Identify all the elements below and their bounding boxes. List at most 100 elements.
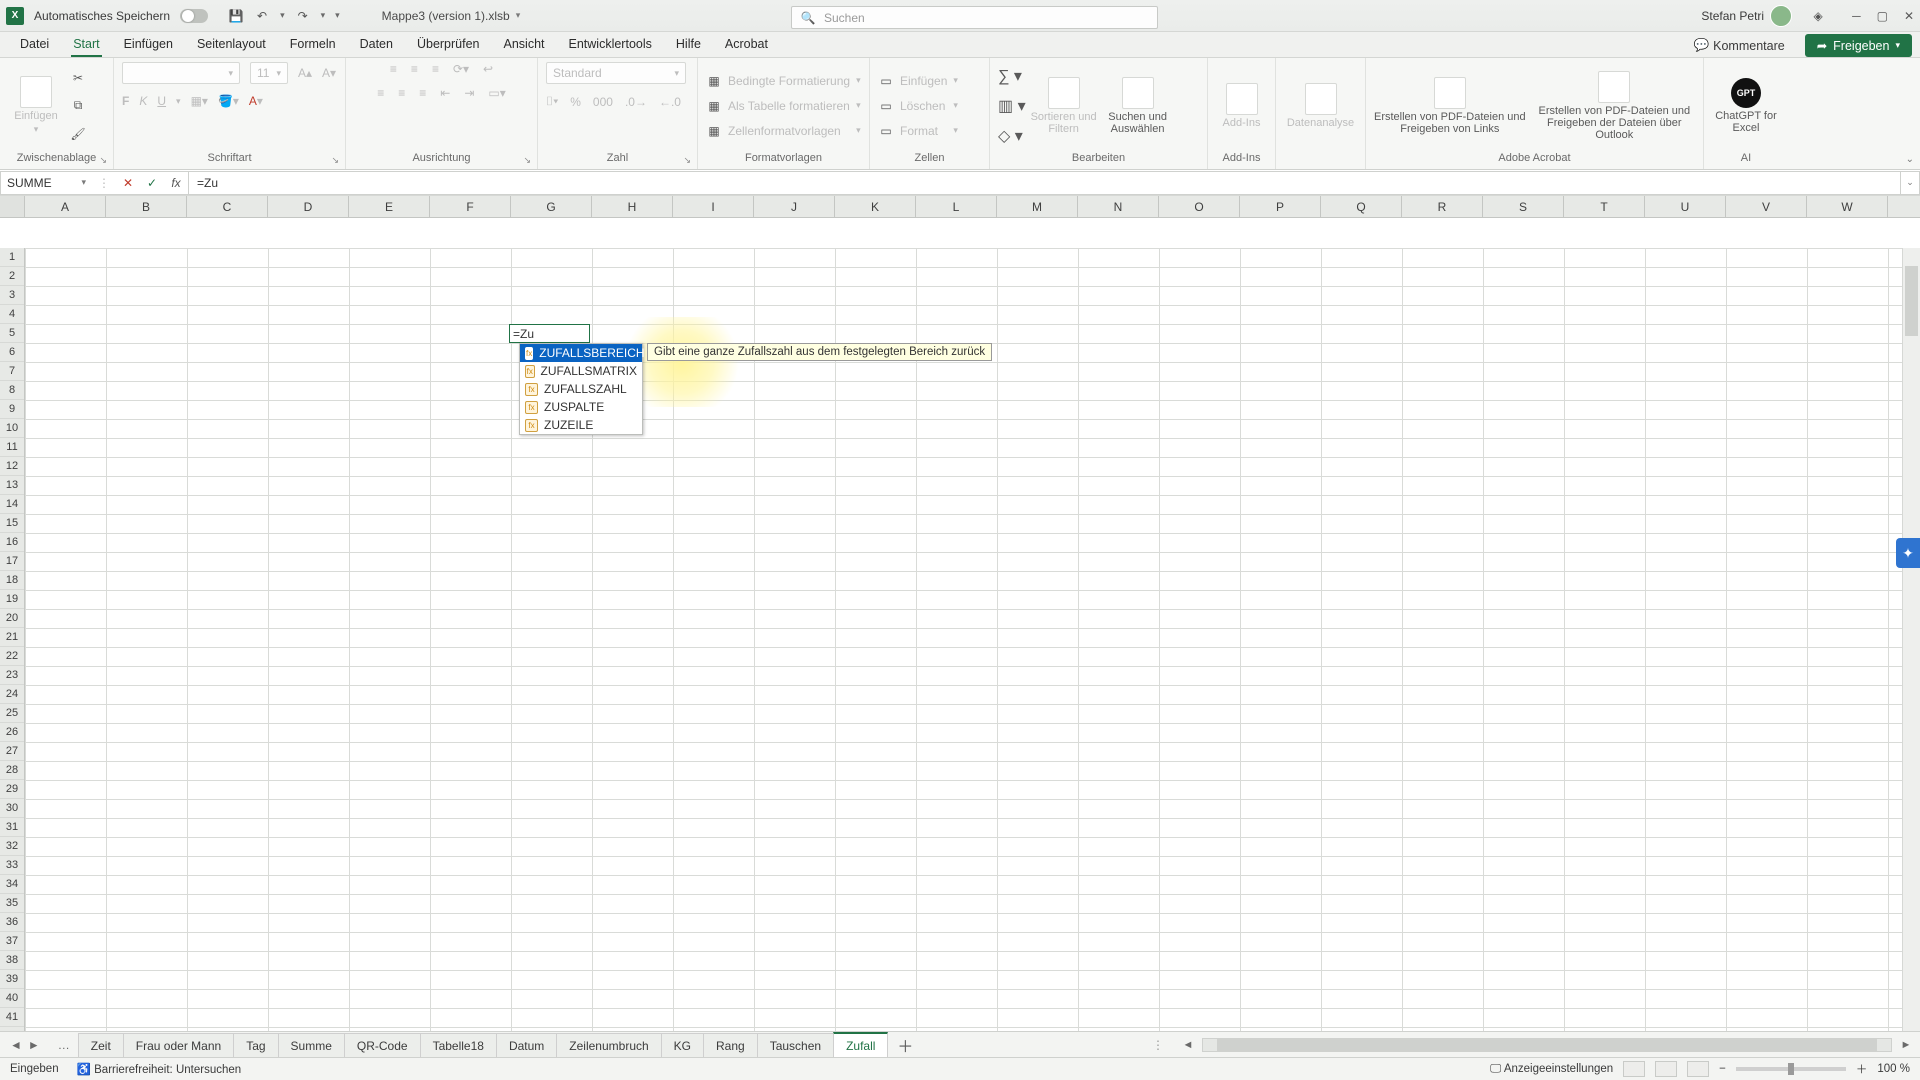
sheet-tab[interactable]: Tauschen	[757, 1033, 834, 1058]
sheet-prev-icon[interactable]: ◄	[10, 1038, 22, 1052]
expand-formula-bar-icon[interactable]: ⌄	[1900, 171, 1920, 195]
sheet-tab[interactable]: KG	[661, 1033, 704, 1058]
row-header[interactable]: 5	[0, 324, 24, 343]
hscroll-left-icon[interactable]: ◄	[1180, 1037, 1196, 1053]
chatgpt-button[interactable]: GPT ChatGPT for Excel	[1712, 63, 1780, 149]
column-header[interactable]: E	[349, 196, 430, 217]
dialog-launcher-icon[interactable]: ↘	[523, 155, 531, 166]
row-header[interactable]: 9	[0, 400, 24, 419]
qat-customize-icon[interactable]: ▾	[335, 10, 340, 21]
align-right-icon[interactable]: ≡	[419, 86, 426, 100]
comments-button[interactable]: 💬 Kommentare	[1684, 34, 1795, 57]
column-header[interactable]: L	[916, 196, 997, 217]
cells-item[interactable]: ▭Format▾	[878, 121, 958, 141]
align-top-icon[interactable]: ≡	[390, 62, 397, 76]
increase-font-icon[interactable]: A▴	[298, 66, 312, 80]
font-size-combo[interactable]: 11▾	[250, 62, 288, 84]
italic-icon[interactable]: K	[139, 94, 147, 108]
comma-icon[interactable]: 000	[593, 95, 613, 109]
clear-icon[interactable]: ◇ ▾	[998, 126, 1026, 146]
font-name-combo[interactable]: ▾	[122, 62, 240, 84]
column-header[interactable]: I	[673, 196, 754, 217]
number-format-combo[interactable]: Standard▾	[546, 62, 686, 84]
scrollbar-thumb[interactable]	[1217, 1039, 1877, 1051]
cells[interactable]	[25, 248, 1902, 1031]
page-layout-view-icon[interactable]	[1655, 1061, 1677, 1077]
row-header[interactable]: 11	[0, 438, 24, 457]
horizontal-scrollbar[interactable]	[1202, 1038, 1892, 1052]
autocomplete-item[interactable]: fxZUZEILE	[520, 416, 642, 434]
help-badge-icon[interactable]: ✦	[1896, 538, 1920, 568]
format-painter-icon[interactable]: 🖌	[70, 126, 86, 142]
ribbon-tab-start[interactable]: Start	[61, 32, 111, 57]
row-header[interactable]: 30	[0, 799, 24, 818]
account-button[interactable]: Stefan Petri	[1701, 5, 1792, 27]
cells-item[interactable]: ▭Einfügen▾	[878, 71, 958, 91]
ribbon-tab-datei[interactable]: Datei	[8, 32, 61, 57]
column-header[interactable]: J	[754, 196, 835, 217]
styles-item[interactable]: ▦Als Tabelle formatieren▾	[706, 96, 861, 116]
row-header[interactable]: 8	[0, 381, 24, 400]
close-icon[interactable]: ✕	[1904, 9, 1914, 23]
styles-item[interactable]: ▦Bedingte Formatierung▾	[706, 71, 861, 91]
row-header[interactable]: 33	[0, 856, 24, 875]
paste-button[interactable]: Einfügen ▾	[8, 63, 64, 149]
merge-icon[interactable]: ▭▾	[488, 86, 505, 100]
row-header[interactable]: 22	[0, 647, 24, 666]
ribbon-tab-ansicht[interactable]: Ansicht	[492, 32, 557, 57]
diamond-icon[interactable]: ◈	[1810, 8, 1826, 24]
sheet-tab[interactable]: Zeit	[78, 1033, 124, 1058]
active-cell-editor[interactable]: =Zu	[509, 324, 590, 343]
column-header[interactable]: D	[268, 196, 349, 217]
search-box[interactable]: 🔍 Suchen	[791, 6, 1158, 29]
sheet-tab[interactable]: Zeilenumbruch	[556, 1033, 661, 1058]
formula-input[interactable]: =Zu	[188, 171, 1900, 195]
display-settings-button[interactable]: 🖵 Anzeigeeinstellungen	[1490, 1063, 1613, 1076]
row-header[interactable]: 4	[0, 305, 24, 324]
data-analysis-button[interactable]: Datenanalyse	[1284, 63, 1357, 149]
row-header[interactable]: 29	[0, 780, 24, 799]
fill-icon[interactable]: ▥ ▾	[998, 96, 1026, 116]
autosave-toggle[interactable]	[180, 9, 208, 23]
autocomplete-item[interactable]: fxZUFALLSZAHL	[520, 380, 642, 398]
autocomplete-item[interactable]: fxZUFALLSMATRIX	[520, 362, 642, 380]
column-header[interactable]: S	[1483, 196, 1564, 217]
document-title[interactable]: Mappe3 (version 1).xlsb ▾	[382, 9, 521, 23]
sheet-tab[interactable]: Summe	[278, 1033, 345, 1058]
underline-icon[interactable]: U	[157, 94, 166, 108]
ribbon-tab-formeln[interactable]: Formeln	[278, 32, 348, 57]
row-header[interactable]: 15	[0, 514, 24, 533]
minimize-icon[interactable]: ─	[1852, 9, 1861, 23]
column-header[interactable]: U	[1645, 196, 1726, 217]
column-header[interactable]: O	[1159, 196, 1240, 217]
ribbon-tab-überprüfen[interactable]: Überprüfen	[405, 32, 492, 57]
sheet-list-icon[interactable]: …	[50, 1038, 78, 1052]
ribbon-tab-entwicklertools[interactable]: Entwicklertools	[557, 32, 664, 57]
column-header[interactable]: T	[1564, 196, 1645, 217]
align-bottom-icon[interactable]: ≡	[432, 62, 439, 76]
acrobat-links-button[interactable]: Erstellen von PDF-Dateien und Freigeben …	[1374, 63, 1526, 149]
column-header[interactable]: B	[106, 196, 187, 217]
scrollbar-thumb[interactable]	[1905, 266, 1918, 336]
row-header[interactable]: 7	[0, 362, 24, 381]
sheet-tab[interactable]: Zufall	[833, 1032, 888, 1058]
column-header[interactable]: M	[997, 196, 1078, 217]
function-autocomplete-list[interactable]: fxZUFALLSBEREICHfxZUFALLSMATRIXfxZUFALLS…	[519, 343, 643, 435]
column-header[interactable]: A	[25, 196, 106, 217]
row-header[interactable]: 6	[0, 343, 24, 362]
column-header[interactable]: V	[1726, 196, 1807, 217]
row-header[interactable]: 19	[0, 590, 24, 609]
share-button[interactable]: ➦ Freigeben ▾	[1805, 34, 1912, 57]
font-color-icon[interactable]: A▾	[249, 94, 263, 108]
decimal-dec-icon[interactable]: ←.0	[659, 95, 681, 109]
row-header[interactable]: 24	[0, 685, 24, 704]
row-header[interactable]: 13	[0, 476, 24, 495]
row-header[interactable]: 20	[0, 609, 24, 628]
border-icon[interactable]: ▦▾	[191, 94, 208, 108]
ribbon-tab-daten[interactable]: Daten	[348, 32, 405, 57]
undo-icon[interactable]: ↶	[254, 8, 270, 24]
sheet-tab[interactable]: Datum	[496, 1033, 557, 1058]
ribbon-tab-seitenlayout[interactable]: Seitenlayout	[185, 32, 278, 57]
select-all-corner[interactable]	[0, 196, 25, 217]
fill-color-icon[interactable]: 🪣▾	[218, 94, 239, 108]
